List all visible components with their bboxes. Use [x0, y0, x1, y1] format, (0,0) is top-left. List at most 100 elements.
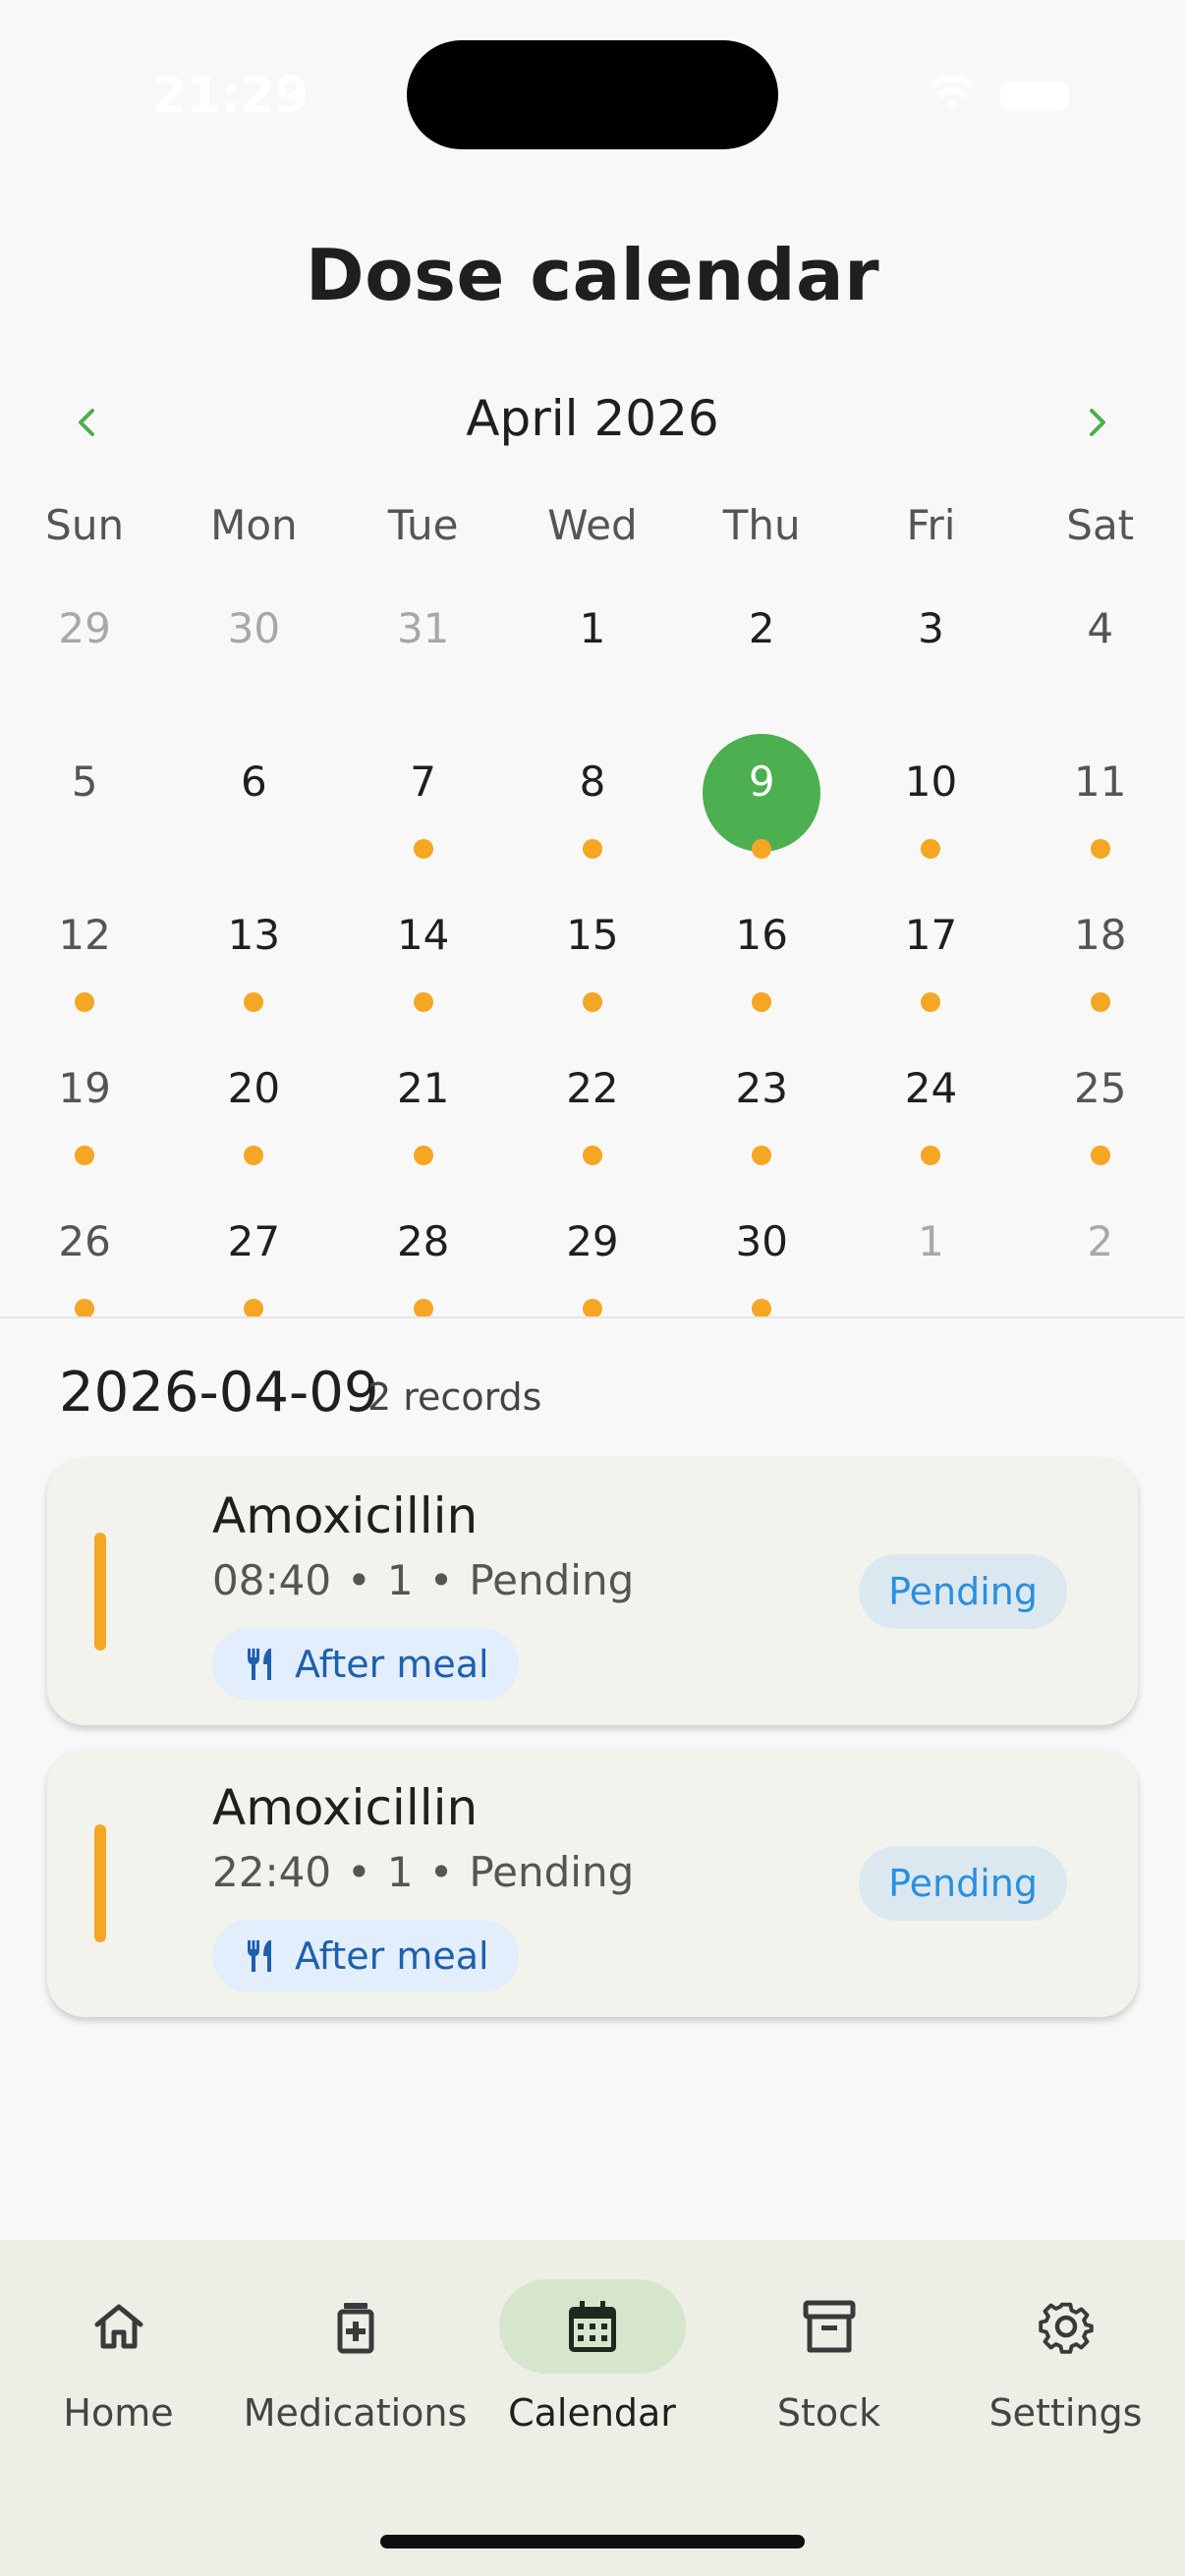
- calendar-day[interactable]: 31: [339, 589, 508, 743]
- calendar-day[interactable]: 2: [677, 589, 846, 743]
- dose-indicator-dot: [75, 1299, 95, 1318]
- day-number: 20: [227, 1064, 281, 1112]
- next-month-button[interactable]: [1061, 388, 1130, 457]
- calendar-day[interactable]: 11: [1016, 743, 1185, 896]
- calendar-day-selected[interactable]: 9: [677, 734, 846, 896]
- calendar-day[interactable]: 1: [508, 589, 677, 743]
- weekday-header-row: Sun Mon Tue Wed Thu Fri Sat: [0, 501, 1185, 570]
- calendar-day[interactable]: 4: [1016, 589, 1185, 743]
- day-number: 4: [1087, 604, 1114, 652]
- day-number: 30: [735, 1217, 788, 1265]
- calendar-day[interactable]: 21: [339, 1049, 508, 1203]
- calendar-day[interactable]: 29: [0, 589, 169, 743]
- day-number: 2: [1087, 1217, 1114, 1265]
- calendar-day[interactable]: 14: [339, 896, 508, 1049]
- calendar-day[interactable]: 28: [339, 1203, 508, 1356]
- dose-indicator-dot: [582, 1299, 602, 1318]
- nav-item-calendar[interactable]: Calendar: [474, 2279, 710, 2456]
- dose-details: 22:40 • 1 • Pending: [212, 1848, 634, 1896]
- calendar-day[interactable]: 25: [1016, 1049, 1185, 1203]
- wifi-icon: [929, 75, 976, 110]
- nav-item-stock[interactable]: Stock: [710, 2279, 947, 2456]
- status-time: 21:29: [152, 67, 310, 124]
- day-number: 2: [748, 604, 775, 652]
- dynamic-island: [407, 40, 778, 149]
- dose-indicator-dot: [752, 992, 772, 1012]
- day-number: 30: [227, 604, 281, 652]
- calendar-day[interactable]: 1: [846, 1203, 1015, 1356]
- home-indicator: [380, 2535, 805, 2548]
- day-number: 15: [566, 911, 619, 959]
- month-label: April 2026: [466, 390, 719, 447]
- day-number: 24: [904, 1064, 958, 1112]
- calendar-day[interactable]: 17: [846, 896, 1015, 1049]
- calendar-day[interactable]: 13: [169, 896, 338, 1049]
- utensils-icon: [248, 1940, 271, 1972]
- day-number: 5: [71, 757, 98, 806]
- dose-indicator-dot: [244, 1299, 264, 1318]
- nav-item-home[interactable]: Home: [0, 2279, 237, 2456]
- calendar-day[interactable]: 5: [0, 743, 169, 896]
- calendar-day[interactable]: 10: [846, 743, 1015, 896]
- dose-indicator-dot: [244, 1146, 264, 1165]
- nav-item-medications[interactable]: Medications: [237, 2279, 474, 2456]
- status-badge: Pending: [859, 1846, 1067, 1921]
- calendar-day[interactable]: 20: [169, 1049, 338, 1203]
- dose-indicator-dot: [413, 1299, 433, 1318]
- calendar-day[interactable]: 23: [677, 1049, 846, 1203]
- nav-icon-container: [498, 2279, 686, 2374]
- dose-time: 22:40: [212, 1848, 332, 1896]
- calendar-day[interactable]: 27: [169, 1203, 338, 1356]
- status-accent-bar: [94, 1533, 106, 1651]
- dose-indicator-dot: [413, 992, 433, 1012]
- dose-record-card[interactable]: Amoxicillin 08:40 • 1 • Pending After meal P…: [47, 1458, 1138, 1725]
- page-title: Dose calendar: [305, 234, 880, 316]
- dose-status-text: Pending: [469, 1848, 635, 1896]
- calendar-day[interactable]: 3: [846, 589, 1015, 743]
- medication-name: Amoxicillin: [212, 1779, 479, 1836]
- day-number: 11: [1074, 757, 1127, 806]
- meal-timing-label: After meal: [295, 1934, 489, 1978]
- nav-icon-container: [262, 2279, 449, 2374]
- day-number: 19: [58, 1064, 111, 1112]
- dose-status-text: Pending: [469, 1556, 635, 1604]
- calendar-day[interactable]: 15: [508, 896, 677, 1049]
- utensils-icon: [248, 1649, 271, 1680]
- medication-name: Amoxicillin: [212, 1487, 479, 1544]
- calendar-day[interactable]: 30: [169, 589, 338, 743]
- day-number: 16: [735, 911, 788, 959]
- nav-icon-container: [736, 2279, 923, 2374]
- dose-indicator-dot: [1090, 1146, 1110, 1165]
- calendar-day[interactable]: 30: [677, 1203, 846, 1356]
- day-number: 28: [396, 1217, 450, 1265]
- calendar-day[interactable]: 26: [0, 1203, 169, 1356]
- calendar-day[interactable]: 19: [0, 1049, 169, 1203]
- separator-dot: •: [347, 1848, 371, 1896]
- calendar-day[interactable]: 2: [1016, 1203, 1185, 1356]
- calendar-day[interactable]: 16: [677, 896, 846, 1049]
- status-badge: Pending: [859, 1554, 1067, 1629]
- weekday-label: Wed: [547, 501, 638, 549]
- day-number: 17: [904, 911, 958, 959]
- dose-record-card[interactable]: Amoxicillin 22:40 • 1 • Pending After meal P…: [47, 1750, 1138, 2017]
- day-number: 13: [227, 911, 281, 959]
- calendar-day[interactable]: 18: [1016, 896, 1185, 1049]
- day-number: 31: [396, 604, 450, 652]
- dose-indicator-dot: [582, 839, 602, 859]
- calendar-day[interactable]: 8: [508, 743, 677, 896]
- nav-label: Settings: [988, 2391, 1143, 2435]
- calendar-day[interactable]: 29: [508, 1203, 677, 1356]
- nav-item-settings[interactable]: Settings: [947, 2279, 1184, 2456]
- calendar-day[interactable]: 7: [339, 743, 508, 896]
- calendar-day[interactable]: 6: [169, 743, 338, 896]
- selected-date-heading: 2026-04-09: [59, 1361, 379, 1425]
- dose-indicator-dot: [413, 1146, 433, 1165]
- calendar-day[interactable]: 24: [846, 1049, 1015, 1203]
- nav-icon-container: [973, 2279, 1159, 2374]
- day-number: 7: [410, 757, 437, 806]
- day-number: 3: [918, 604, 944, 652]
- dose-indicator-dot: [413, 839, 433, 859]
- calendar-day[interactable]: 22: [508, 1049, 677, 1203]
- calendar-day[interactable]: 12: [0, 896, 169, 1049]
- weekday-label: Mon: [210, 501, 298, 549]
